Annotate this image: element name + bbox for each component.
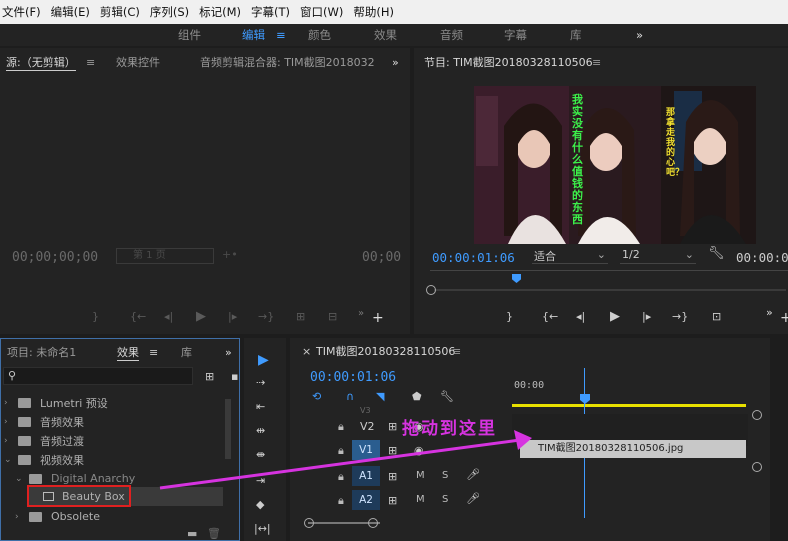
annotation-text: 拖动到这里 bbox=[402, 419, 497, 439]
annotation-arrow bbox=[159, 430, 532, 490]
